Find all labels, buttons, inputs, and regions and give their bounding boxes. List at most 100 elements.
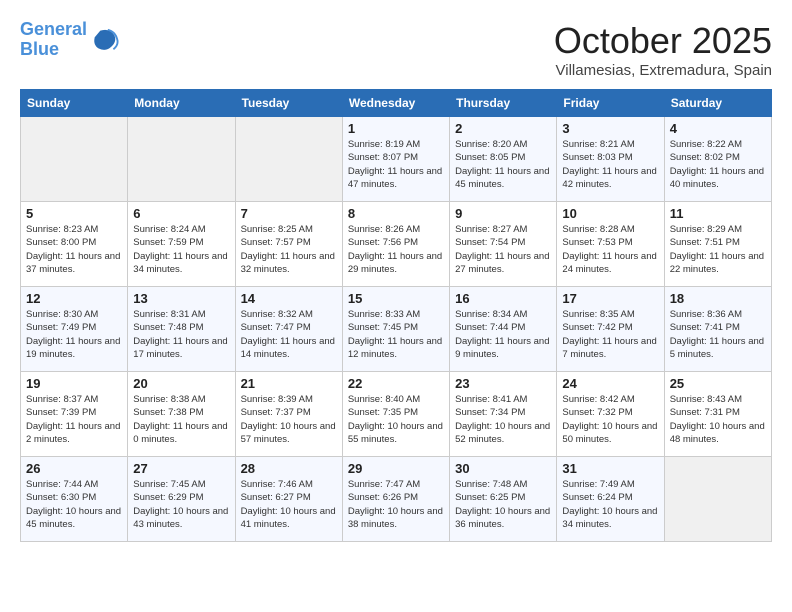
- day-cell: 9 Sunrise: 8:27 AM Sunset: 7:54 PM Daylig…: [450, 202, 557, 287]
- week-row-3: 12 Sunrise: 8:30 AM Sunset: 7:49 PM Dayli…: [21, 287, 772, 372]
- col-header-friday: Friday: [557, 90, 664, 117]
- day-cell: 8 Sunrise: 8:26 AM Sunset: 7:56 PM Daylig…: [342, 202, 449, 287]
- day-number: 12: [26, 291, 122, 306]
- day-number: 29: [348, 461, 444, 476]
- day-number: 20: [133, 376, 229, 391]
- day-info: Sunrise: 8:38 AM Sunset: 7:38 PM Dayligh…: [133, 393, 229, 446]
- day-info: Sunrise: 7:49 AM Sunset: 6:24 PM Dayligh…: [562, 478, 658, 531]
- col-header-sunday: Sunday: [21, 90, 128, 117]
- day-cell: 24 Sunrise: 8:42 AM Sunset: 7:32 PM Dayli…: [557, 372, 664, 457]
- day-cell: [235, 117, 342, 202]
- day-cell: 31 Sunrise: 7:49 AM Sunset: 6:24 PM Dayli…: [557, 457, 664, 542]
- day-info: Sunrise: 8:34 AM Sunset: 7:44 PM Dayligh…: [455, 308, 551, 361]
- logo-icon: [91, 26, 119, 54]
- day-info: Sunrise: 8:20 AM Sunset: 8:05 PM Dayligh…: [455, 138, 551, 191]
- day-info: Sunrise: 8:25 AM Sunset: 7:57 PM Dayligh…: [241, 223, 337, 276]
- day-cell: [664, 457, 771, 542]
- day-number: 22: [348, 376, 444, 391]
- day-number: 18: [670, 291, 766, 306]
- day-cell: 16 Sunrise: 8:34 AM Sunset: 7:44 PM Dayli…: [450, 287, 557, 372]
- day-info: Sunrise: 8:22 AM Sunset: 8:02 PM Dayligh…: [670, 138, 766, 191]
- day-number: 26: [26, 461, 122, 476]
- col-header-thursday: Thursday: [450, 90, 557, 117]
- day-number: 23: [455, 376, 551, 391]
- day-cell: 10 Sunrise: 8:28 AM Sunset: 7:53 PM Dayli…: [557, 202, 664, 287]
- day-info: Sunrise: 8:36 AM Sunset: 7:41 PM Dayligh…: [670, 308, 766, 361]
- day-cell: 13Sunrise: 8:31 AM Sunset: 7:48 PM Dayli…: [128, 287, 235, 372]
- day-cell: 14Sunrise: 8:32 AM Sunset: 7:47 PM Dayli…: [235, 287, 342, 372]
- day-number: 1: [348, 121, 444, 136]
- day-number: 10: [562, 206, 658, 221]
- month-title: October 2025: [554, 20, 772, 62]
- day-info: Sunrise: 8:28 AM Sunset: 7:53 PM Dayligh…: [562, 223, 658, 276]
- day-cell: [128, 117, 235, 202]
- day-cell: 12 Sunrise: 8:30 AM Sunset: 7:49 PM Dayli…: [21, 287, 128, 372]
- day-info: Sunrise: 7:46 AM Sunset: 6:27 PM Dayligh…: [241, 478, 337, 531]
- day-number: 28: [241, 461, 337, 476]
- day-number: 4: [670, 121, 766, 136]
- day-cell: 26 Sunrise: 7:44 AM Sunset: 6:30 PM Dayli…: [21, 457, 128, 542]
- day-number: 30: [455, 461, 551, 476]
- day-info: Sunrise: 8:27 AM Sunset: 7:54 PM Dayligh…: [455, 223, 551, 276]
- week-row-5: 26 Sunrise: 7:44 AM Sunset: 6:30 PM Dayli…: [21, 457, 772, 542]
- day-info: Sunrise: 8:24 AM Sunset: 7:59 PM Dayligh…: [133, 223, 229, 276]
- day-number: 14: [241, 291, 337, 306]
- week-row-4: 19 Sunrise: 8:37 AM Sunset: 7:39 PM Dayli…: [21, 372, 772, 457]
- day-info: Sunrise: 8:33 AM Sunset: 7:45 PM Dayligh…: [348, 308, 444, 361]
- header-row: SundayMondayTuesdayWednesdayThursdayFrid…: [21, 90, 772, 117]
- day-cell: 19 Sunrise: 8:37 AM Sunset: 7:39 PM Dayli…: [21, 372, 128, 457]
- day-info: Sunrise: 8:41 AM Sunset: 7:34 PM Dayligh…: [455, 393, 551, 446]
- title-block: October 2025 Villamesias, Extremadura, S…: [554, 20, 772, 79]
- day-cell: 4 Sunrise: 8:22 AM Sunset: 8:02 PM Daylig…: [664, 117, 771, 202]
- day-number: 17: [562, 291, 658, 306]
- day-cell: 2 Sunrise: 8:20 AM Sunset: 8:05 PM Daylig…: [450, 117, 557, 202]
- day-number: 21: [241, 376, 337, 391]
- day-cell: 18 Sunrise: 8:36 AM Sunset: 7:41 PM Dayli…: [664, 287, 771, 372]
- day-cell: 1 Sunrise: 8:19 AM Sunset: 8:07 PM Daylig…: [342, 117, 449, 202]
- day-cell: 22 Sunrise: 8:40 AM Sunset: 7:35 PM Dayli…: [342, 372, 449, 457]
- day-number: 24: [562, 376, 658, 391]
- day-number: 16: [455, 291, 551, 306]
- day-cell: 17 Sunrise: 8:35 AM Sunset: 7:42 PM Dayli…: [557, 287, 664, 372]
- day-info: Sunrise: 8:35 AM Sunset: 7:42 PM Dayligh…: [562, 308, 658, 361]
- day-cell: 23 Sunrise: 8:41 AM Sunset: 7:34 PM Dayli…: [450, 372, 557, 457]
- day-number: 8: [348, 206, 444, 221]
- day-info: Sunrise: 8:30 AM Sunset: 7:49 PM Dayligh…: [26, 308, 122, 361]
- day-number: 9: [455, 206, 551, 221]
- day-info: Sunrise: 7:44 AM Sunset: 6:30 PM Dayligh…: [26, 478, 122, 531]
- col-header-wednesday: Wednesday: [342, 90, 449, 117]
- day-number: 2: [455, 121, 551, 136]
- day-cell: 15Sunrise: 8:33 AM Sunset: 7:45 PM Dayli…: [342, 287, 449, 372]
- day-info: Sunrise: 8:21 AM Sunset: 8:03 PM Dayligh…: [562, 138, 658, 191]
- col-header-monday: Monday: [128, 90, 235, 117]
- day-number: 31: [562, 461, 658, 476]
- day-cell: 6 Sunrise: 8:24 AM Sunset: 7:59 PM Daylig…: [128, 202, 235, 287]
- day-number: 7: [241, 206, 337, 221]
- day-info: Sunrise: 8:40 AM Sunset: 7:35 PM Dayligh…: [348, 393, 444, 446]
- day-number: 6: [133, 206, 229, 221]
- day-cell: 30 Sunrise: 7:48 AM Sunset: 6:25 PM Dayli…: [450, 457, 557, 542]
- day-number: 13: [133, 291, 229, 306]
- day-number: 3: [562, 121, 658, 136]
- day-cell: 29 Sunrise: 7:47 AM Sunset: 6:26 PM Dayli…: [342, 457, 449, 542]
- day-number: 11: [670, 206, 766, 221]
- week-row-2: 5Sunrise: 8:23 AM Sunset: 8:00 PM Daylig…: [21, 202, 772, 287]
- col-header-saturday: Saturday: [664, 90, 771, 117]
- day-info: Sunrise: 7:48 AM Sunset: 6:25 PM Dayligh…: [455, 478, 551, 531]
- day-info: Sunrise: 7:47 AM Sunset: 6:26 PM Dayligh…: [348, 478, 444, 531]
- day-info: Sunrise: 8:19 AM Sunset: 8:07 PM Dayligh…: [348, 138, 444, 191]
- day-cell: 20 Sunrise: 8:38 AM Sunset: 7:38 PM Dayli…: [128, 372, 235, 457]
- day-info: Sunrise: 8:37 AM Sunset: 7:39 PM Dayligh…: [26, 393, 122, 446]
- day-number: 19: [26, 376, 122, 391]
- day-cell: 3 Sunrise: 8:21 AM Sunset: 8:03 PM Daylig…: [557, 117, 664, 202]
- col-header-tuesday: Tuesday: [235, 90, 342, 117]
- day-cell: 5Sunrise: 8:23 AM Sunset: 8:00 PM Daylig…: [21, 202, 128, 287]
- day-info: Sunrise: 8:26 AM Sunset: 7:56 PM Dayligh…: [348, 223, 444, 276]
- day-info: Sunrise: 8:42 AM Sunset: 7:32 PM Dayligh…: [562, 393, 658, 446]
- day-info: Sunrise: 7:45 AM Sunset: 6:29 PM Dayligh…: [133, 478, 229, 531]
- day-cell: 25Sunrise: 8:43 AM Sunset: 7:31 PM Dayli…: [664, 372, 771, 457]
- day-cell: [21, 117, 128, 202]
- day-cell: 7 Sunrise: 8:25 AM Sunset: 7:57 PM Daylig…: [235, 202, 342, 287]
- day-info: Sunrise: 8:23 AM Sunset: 8:00 PM Dayligh…: [26, 223, 122, 276]
- week-row-1: 1 Sunrise: 8:19 AM Sunset: 8:07 PM Daylig…: [21, 117, 772, 202]
